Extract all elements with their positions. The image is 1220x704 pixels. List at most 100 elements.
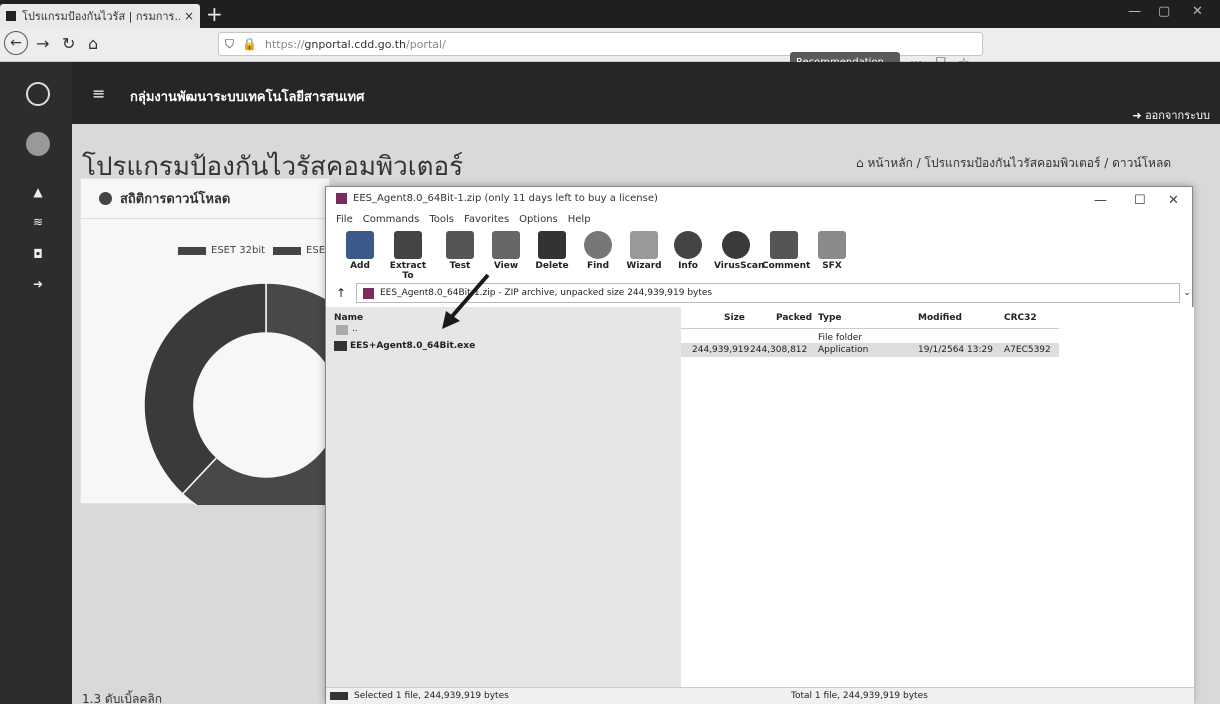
- view-icon: [492, 231, 520, 259]
- comment-button[interactable]: Comment: [762, 231, 810, 271]
- winrar-icon: [336, 192, 347, 204]
- add-icon: [346, 231, 374, 259]
- column-packed[interactable]: Packed: [776, 313, 812, 323]
- wizard-icon: [630, 231, 658, 259]
- menu-help[interactable]: Help: [568, 214, 591, 225]
- download-stats-card: สถิติการดาวน์โหลด ESET 32bit ESE: [80, 178, 331, 505]
- avatar[interactable]: [26, 132, 50, 156]
- tool-label: Test: [449, 261, 471, 271]
- column-type[interactable]: Type: [818, 313, 841, 323]
- column-name[interactable]: Name: [334, 313, 363, 323]
- menu-commands[interactable]: Commands: [363, 214, 420, 225]
- window-maximize-icon[interactable]: ☐: [1134, 193, 1146, 208]
- up-arrow-icon[interactable]: ↑: [326, 286, 356, 300]
- donut-slice-2[interactable]: [143, 282, 267, 495]
- lock-icon[interactable]: 🔒: [242, 37, 257, 51]
- breadcrumb: ⌂ หน้าหลัก / โปรแกรมป้องกันไวรัสคอมพิวเต…: [856, 154, 1171, 173]
- details-pane: [681, 307, 1194, 687]
- shield-icon[interactable]: ◘: [30, 246, 46, 262]
- find-icon: [584, 231, 612, 259]
- maximize-icon[interactable]: ▢: [1158, 4, 1170, 19]
- sfx-icon: [818, 231, 846, 259]
- row-crc32: A7EC5392: [1004, 345, 1051, 355]
- close-window-icon[interactable]: ✕: [1192, 4, 1203, 19]
- tracking-shield-icon[interactable]: ⛉: [225, 37, 234, 52]
- archive-icon: [363, 287, 374, 299]
- tool-label: Comment: [762, 261, 811, 271]
- url-domain: gnportal.cdd.go.th: [304, 37, 407, 51]
- window-title-bar: EES_Agent8.0_64Bit-1.zip (only 11 days l…: [326, 187, 1192, 209]
- row-modified: 19/1/2564 13:29: [918, 345, 993, 355]
- extract-to-button[interactable]: Extract To: [386, 231, 430, 281]
- pointer-arrow-icon: [442, 273, 490, 329]
- menu-options[interactable]: Options: [519, 214, 558, 225]
- test-icon: [446, 231, 474, 259]
- tool-label: VirusScan: [714, 261, 765, 271]
- window-close-icon[interactable]: ✕: [1168, 193, 1179, 208]
- tab-close-button[interactable]: ×: [184, 9, 194, 23]
- new-tab-button[interactable]: +: [206, 2, 223, 26]
- home-icon[interactable]: ▲: [30, 184, 46, 200]
- home-button[interactable]: ⌂: [88, 34, 98, 53]
- reload-button[interactable]: ↻: [62, 34, 75, 53]
- home-breadcrumb-icon: ⌂: [856, 156, 868, 170]
- breadcrumb-home[interactable]: หน้าหลัก: [867, 156, 912, 170]
- tool-label: Delete: [535, 261, 569, 271]
- hamburger-menu-icon[interactable]: ≡: [92, 84, 105, 103]
- tool-label: Wizard: [626, 261, 662, 271]
- find-button[interactable]: Find: [576, 231, 620, 271]
- logout-label: ออกจากระบบ: [1145, 109, 1210, 122]
- table-row[interactable]: ..: [352, 324, 358, 334]
- app-sidebar: ▲ ≋ ◘ ➜: [0, 62, 72, 704]
- menu-tools[interactable]: Tools: [429, 214, 454, 225]
- window-title: EES_Agent8.0_64Bit-1.zip (only 11 days l…: [353, 192, 658, 204]
- info-button[interactable]: Info: [666, 231, 710, 271]
- column-size[interactable]: Size: [724, 313, 745, 323]
- app-title: กลุ่มงานพัฒนาระบบเทคโนโลยีสารสนเทศ: [130, 90, 365, 105]
- add-button[interactable]: Add: [338, 231, 382, 271]
- chevron-down-icon[interactable]: ⌄: [1180, 288, 1194, 298]
- browser-nav-bar: ← → ↻ ⌂ ⛉ 🔒 https:// gnportal.cdd.go.th …: [0, 28, 1220, 79]
- row-type: Application: [818, 345, 869, 355]
- favicon-icon: [6, 11, 16, 21]
- column-crc32[interactable]: CRC32: [1004, 313, 1037, 323]
- delete-button[interactable]: Delete: [530, 231, 574, 271]
- sign-out-icon[interactable]: ➜: [30, 276, 46, 292]
- drive-icon: [330, 692, 348, 700]
- tab-title: โปรแกรมป้องกันไวรัส | กรมการ...: [22, 10, 180, 23]
- extract-icon: [394, 231, 422, 259]
- tool-label: Find: [586, 261, 610, 271]
- instruction-text: 1.3 ดับเบิ้ลคลิก: [82, 692, 163, 704]
- wizard-button[interactable]: Wizard: [622, 231, 666, 271]
- url-path: /portal/: [406, 37, 446, 51]
- browser-tab[interactable]: โปรแกรมป้องกันไวรัส | กรมการ... ×: [0, 4, 200, 28]
- virusscan-button[interactable]: VirusScan: [714, 231, 764, 271]
- minimize-icon[interactable]: —: [1128, 4, 1141, 19]
- row-packed: 244,308,812: [750, 345, 808, 355]
- table-row[interactable]: EES+Agent8.0_64Bit.exe: [350, 341, 475, 351]
- menu-file[interactable]: File: [336, 214, 353, 225]
- file-list: Name Size Packed Type Modified CRC32 .. …: [326, 273, 1194, 687]
- column-modified[interactable]: Modified: [918, 313, 962, 323]
- folder-up-icon: [336, 325, 348, 335]
- logout-link[interactable]: ➜ ออกจากระบบ: [1132, 106, 1210, 124]
- tool-label: View: [493, 261, 519, 271]
- window-minimize-icon[interactable]: —: [1094, 193, 1107, 208]
- tool-label: Extract To: [389, 261, 427, 281]
- breadcrumb-item[interactable]: โปรแกรมป้องกันไวรัสคอมพิวเตอร์: [925, 156, 1101, 170]
- back-button[interactable]: ←: [4, 31, 28, 55]
- view-button[interactable]: View: [484, 231, 528, 271]
- sfx-button[interactable]: SFX: [810, 231, 854, 271]
- info-icon: [674, 231, 702, 259]
- winrar-window: EES_Agent8.0_64Bit-1.zip (only 11 days l…: [325, 186, 1194, 704]
- tool-label: SFX: [822, 261, 842, 271]
- database-icon[interactable]: ≋: [30, 214, 46, 230]
- row-type: File folder: [818, 333, 863, 343]
- delete-icon: [538, 231, 566, 259]
- test-button[interactable]: Test: [438, 231, 482, 271]
- forward-button[interactable]: →: [36, 34, 49, 53]
- breadcrumb-current: ดาวน์โหลด: [1112, 156, 1172, 170]
- archive-path: EES_Agent8.0_64Bit-1.zip - ZIP archive, …: [380, 288, 713, 298]
- menu-favorites[interactable]: Favorites: [464, 214, 509, 225]
- row-size: 244,939,919: [692, 345, 750, 355]
